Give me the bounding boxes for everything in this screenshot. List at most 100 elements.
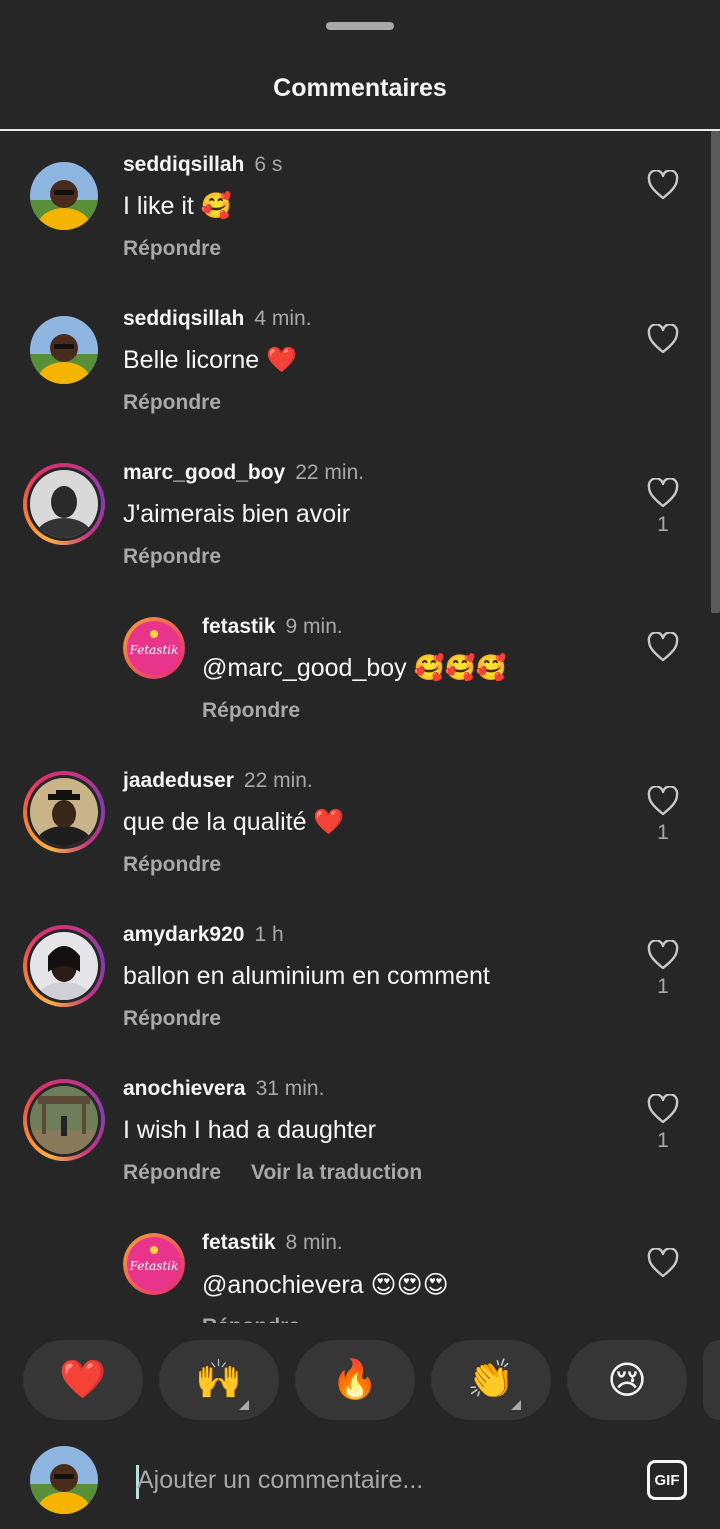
avatar[interactable] — [30, 778, 98, 846]
comment-username[interactable]: jaadeduser 22 min. — [123, 769, 313, 793]
avatar[interactable] — [30, 1086, 98, 1154]
comments-list[interactable]: seddiqsillah 6 s I like it 🥰 Répondre sed… — [0, 131, 720, 1323]
reply-button[interactable]: Répondre — [123, 1161, 221, 1184]
reaction-fire-button[interactable]: 🔥 — [295, 1340, 415, 1420]
like-count: 1 — [657, 513, 669, 536]
comment-item: seddiqsillah 6 s I like it 🥰 Répondre — [0, 131, 720, 285]
comment-username[interactable]: marc_good_boy 22 min. — [123, 461, 364, 485]
my-avatar — [30, 1446, 98, 1514]
heart-emoji-icon: ❤️ — [59, 1359, 107, 1401]
svg-text:Fetastik: Fetastik — [129, 1259, 179, 1273]
reply-button[interactable]: Répondre — [123, 545, 221, 568]
reaction-clap-button[interactable]: 👏 — [431, 1340, 551, 1420]
clap-emoji-icon: 👏 — [467, 1359, 515, 1401]
like-count: 1 — [657, 975, 669, 998]
like-heart-icon[interactable] — [647, 1248, 679, 1278]
reply-button[interactable]: Répondre — [202, 1315, 300, 1323]
reply-button[interactable]: Répondre — [123, 391, 221, 414]
username-text[interactable]: seddiqsillah — [123, 153, 244, 176]
story-ring[interactable] — [23, 771, 105, 853]
like-heart-icon[interactable] — [647, 1094, 679, 1124]
comment-username[interactable]: anochievera 31 min. — [123, 1077, 324, 1101]
comment-item: amydark920 1 h ballon en aluminium en com… — [0, 901, 720, 1055]
like-heart-icon[interactable] — [647, 324, 679, 354]
comment-time: 9 min. — [285, 615, 343, 638]
username-text[interactable]: anochievera — [123, 1077, 246, 1100]
comment-text: que de la qualité ❤️ — [123, 808, 345, 836]
comment-composer-area: ❤️ 🙌 🔥 👏 😢 Ajouter un commentaire... GIF — [0, 1323, 720, 1529]
avatar[interactable] — [30, 162, 98, 230]
reaction-heart-button[interactable]: ❤️ — [23, 1340, 143, 1420]
comment-text: I like it 🥰 — [123, 192, 232, 220]
avatar[interactable] — [30, 316, 98, 384]
reply-row: Répondre — [123, 237, 251, 261]
scrollbar[interactable] — [711, 131, 720, 613]
reply-row: Répondre — [123, 545, 251, 569]
reply-row: Répondre — [202, 1315, 330, 1323]
like-heart-icon[interactable] — [647, 940, 679, 970]
comment-time: 4 min. — [254, 307, 312, 330]
comment-input[interactable]: Ajouter un commentaire... — [137, 1466, 423, 1495]
drag-handle[interactable] — [326, 22, 394, 30]
username-text[interactable]: amydark920 — [123, 923, 244, 946]
comment-username[interactable]: seddiqsillah 4 min. — [123, 307, 312, 331]
comment-reply-item: Fetastik fetastik 8 min. @anochievera 😍😍😍… — [0, 1209, 720, 1323]
like-heart-icon[interactable] — [647, 632, 679, 662]
like-count: 1 — [657, 1129, 669, 1152]
comment-text: Belle licorne ❤️ — [123, 346, 298, 374]
username-text[interactable]: fetastik — [202, 615, 276, 638]
story-ring[interactable] — [23, 463, 105, 545]
comment-item: seddiqsillah 4 min. Belle licorne ❤️ Répo… — [0, 285, 720, 439]
username-text[interactable]: jaadeduser — [123, 769, 234, 792]
reply-button[interactable]: Répondre — [123, 237, 221, 260]
story-ring[interactable] — [23, 1079, 105, 1161]
avatar[interactable]: Fetastik — [123, 1233, 185, 1295]
reply-row: Répondre — [123, 1007, 251, 1031]
username-text[interactable]: marc_good_boy — [123, 461, 285, 484]
username-text[interactable]: fetastik — [202, 1231, 276, 1254]
comment-time: 22 min. — [295, 461, 365, 484]
comment-reply-item: Fetastik fetastik 9 min. @marc_good_boy 🥰… — [0, 593, 720, 747]
like-count: 1 — [657, 821, 669, 844]
comment-time: 31 min. — [255, 1077, 325, 1100]
comment-text: ballon en aluminium en comment — [123, 962, 490, 990]
avatar[interactable]: Fetastik — [123, 617, 185, 679]
skin-tone-indicator-icon — [511, 1400, 521, 1410]
gif-button[interactable]: GIF — [647, 1460, 687, 1500]
comment-text: J'aimerais bien avoir — [123, 500, 351, 528]
reply-button[interactable]: Répondre — [123, 1007, 221, 1030]
fire-emoji-icon: 🔥 — [331, 1359, 379, 1401]
reply-row: Répondre — [202, 699, 330, 723]
comment-time: 22 min. — [243, 769, 313, 792]
reply-row: Répondre Voir la traduction — [123, 1161, 452, 1185]
sheet-header: Commentaires — [0, 0, 720, 131]
like-heart-icon[interactable] — [647, 786, 679, 816]
crying-face-emoji-icon: 😢 — [607, 1359, 647, 1402]
comment-item: marc_good_boy 22 min. J'aimerais bien avo… — [0, 439, 720, 593]
avatar[interactable] — [30, 470, 98, 538]
see-translation-button[interactable]: Voir la traduction — [251, 1161, 422, 1184]
comment-username[interactable]: amydark920 1 h — [123, 923, 284, 947]
reply-button[interactable]: Répondre — [123, 853, 221, 876]
reaction-raised-hands-button[interactable]: 🙌 — [159, 1340, 279, 1420]
like-heart-icon[interactable] — [647, 478, 679, 508]
story-ring[interactable] — [23, 925, 105, 1007]
reaction-crying-button[interactable]: 😢 — [567, 1340, 687, 1420]
comment-text: @anochievera 😍😍😍 — [202, 1271, 449, 1299]
comment-username[interactable]: seddiqsillah 6 s — [123, 153, 282, 177]
like-heart-icon[interactable] — [647, 170, 679, 200]
reply-button[interactable]: Répondre — [202, 699, 300, 722]
comment-time: 1 h — [254, 923, 284, 946]
comment-username[interactable]: fetastik 8 min. — [202, 1231, 343, 1255]
comment-username[interactable]: fetastik 9 min. — [202, 615, 343, 639]
comment-time: 6 s — [254, 153, 283, 176]
comment-time: 8 min. — [285, 1231, 343, 1254]
username-text[interactable]: seddiqsillah — [123, 307, 244, 330]
avatar[interactable] — [30, 932, 98, 1000]
comment-item: anochievera 31 min. I wish I had a daught… — [0, 1055, 720, 1209]
comment-text: @marc_good_boy 🥰🥰🥰 — [202, 654, 507, 682]
skin-tone-indicator-icon — [239, 1400, 249, 1410]
reply-row: Répondre — [123, 391, 251, 415]
reaction-more-button[interactable] — [703, 1340, 720, 1420]
svg-text:Fetastik: Fetastik — [129, 643, 179, 657]
